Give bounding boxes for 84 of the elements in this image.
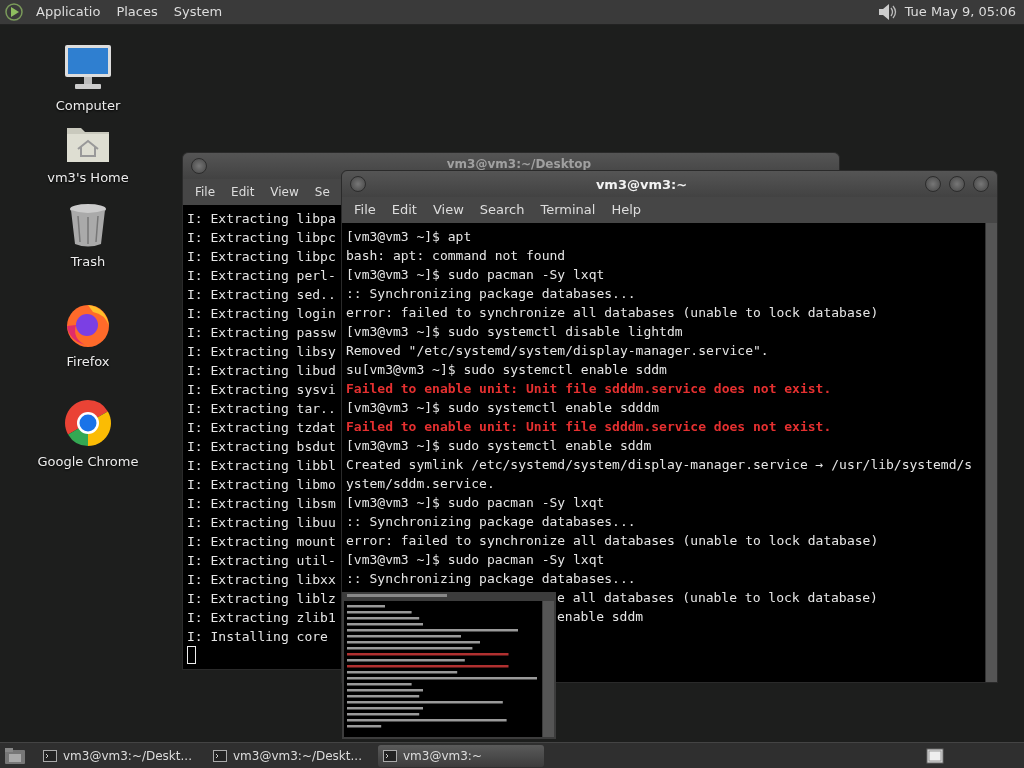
terminal-icon bbox=[213, 749, 227, 762]
menu-item[interactable]: File bbox=[346, 200, 384, 220]
terminal-line: [vm3@vm3 ~]$ sudo systemctl enable sddm bbox=[346, 437, 652, 455]
taskbar-button[interactable]: vm3@vm3:~/Deskt... bbox=[38, 744, 204, 767]
terminal-line: ystem/sddm.service. bbox=[346, 475, 495, 493]
terminal-icon bbox=[383, 749, 397, 762]
terminal-line: I: Extracting liblz bbox=[187, 590, 336, 608]
desktop-icon-label[interactable]: Google Chrome bbox=[37, 452, 139, 472]
menu-item[interactable]: Edit bbox=[383, 200, 425, 220]
terminal-line: error: failed to synchronize all databases (unable to lock database) bbox=[346, 532, 879, 550]
maximize-button[interactable] bbox=[949, 176, 965, 192]
panel-menu[interactable]: Places bbox=[108, 2, 166, 22]
terminal-line: I: Extracting mount bbox=[187, 533, 336, 551]
desktop-icon-label[interactable]: Firefox bbox=[66, 352, 110, 372]
terminal-line: I: Extracting bsdut bbox=[187, 438, 336, 456]
menu-item[interactable]: Search bbox=[471, 200, 533, 220]
show-desktop-icon[interactable] bbox=[4, 746, 26, 765]
terminal-line: I: Extracting libsm bbox=[187, 495, 336, 513]
menu-item[interactable]: View bbox=[262, 183, 307, 201]
window-menu-button[interactable] bbox=[191, 158, 207, 174]
terminal-line: I: Extracting tar.. bbox=[187, 400, 336, 418]
window-title: vm3@vm3:~/Desktop bbox=[445, 158, 593, 170]
terminal-line: enable sddm bbox=[557, 608, 644, 626]
terminal-line: I: Extracting sed.. bbox=[187, 286, 336, 304]
terminal-line: Removed "/etc/systemd/system/display-manager.service". bbox=[346, 342, 769, 360]
menu-item[interactable]: View bbox=[424, 200, 472, 220]
terminal-icon bbox=[43, 749, 57, 762]
terminal-line: I: Extracting libmo bbox=[187, 476, 336, 494]
terminal-line: I: Extracting libpc bbox=[187, 248, 336, 266]
window-title: vm3@vm3:~ bbox=[594, 177, 689, 191]
close-button[interactable] bbox=[973, 176, 989, 192]
terminal-line: I: Installing core bbox=[187, 628, 328, 646]
terminal-line: I: Extracting libpa bbox=[187, 210, 336, 228]
desktop-trash-can-icon[interactable] bbox=[68, 202, 108, 248]
terminal-line: I: Extracting libud bbox=[187, 362, 336, 380]
terminal-line: [vm3@vm3 ~]$ sudo pacman -Sy lxqt bbox=[346, 266, 605, 284]
taskbar-button[interactable]: vm3@vm3:~/Deskt... bbox=[208, 744, 374, 767]
desktop-icon-label[interactable]: vm3's Home bbox=[47, 168, 129, 188]
workspace-icon[interactable] bbox=[926, 747, 944, 764]
terminal-line: Created symlink /etc/systemd/system/display-manager.service → /usr/lib/systemd/s bbox=[346, 456, 973, 474]
speaker-icon[interactable] bbox=[876, 2, 897, 22]
desktop-icon-label[interactable]: Trash bbox=[70, 252, 106, 272]
terminal-line: e all databases (unable to lock database) bbox=[557, 589, 878, 607]
error-line: Failed to enable unit: Unit file sdddm.service does not exist. bbox=[346, 418, 832, 436]
terminal-line: I: Extracting libxx bbox=[187, 571, 336, 589]
desktop-tricolor-circle-icon[interactable] bbox=[63, 398, 113, 448]
menu-logo-icon[interactable] bbox=[4, 2, 24, 22]
terminal-line: bash: apt: command not found bbox=[346, 247, 566, 265]
terminal-line: su[vm3@vm3 ~]$ sudo systemctl enable sddm bbox=[346, 361, 667, 379]
terminal-line: I: Extracting libbl bbox=[187, 457, 336, 475]
terminal-line: I: Extracting libsy bbox=[187, 343, 336, 361]
terminal-line: error: failed to synchronize all databases (unable to lock database) bbox=[346, 304, 879, 322]
terminal-line: :: Synchronizing package databases... bbox=[346, 570, 636, 588]
terminal-line: I: Extracting passw bbox=[187, 324, 336, 342]
terminal-line: I: Extracting libpc bbox=[187, 229, 336, 247]
terminal-line: [vm3@vm3 ~]$ sudo systemctl disable lightdm bbox=[346, 323, 683, 341]
terminal-line: I: Extracting libuu bbox=[187, 514, 336, 532]
terminal-line: I: Extracting sysvi bbox=[187, 381, 336, 399]
terminal-line: :: Synchronizing package databases... bbox=[346, 513, 636, 531]
terminal-line: [vm3@vm3 ~]$ sudo pacman -Sy lxqt bbox=[346, 551, 605, 569]
terminal-line: [vm3@vm3 ~]$ sudo pacman -Sy lxqt bbox=[346, 494, 605, 512]
terminal-line: I: Extracting login bbox=[187, 305, 336, 323]
error-line: Failed to enable unit: Unit file sdddm.service does not exist. bbox=[346, 380, 832, 398]
terminal-line: I: Extracting util- bbox=[187, 552, 336, 570]
window-menu-button[interactable] bbox=[350, 176, 366, 192]
terminal-line: I: Extracting zlib1 bbox=[187, 609, 336, 627]
desktop-computer-icon[interactable] bbox=[63, 42, 113, 92]
panel-menu[interactable]: Applicatio bbox=[28, 2, 109, 22]
terminal-line: I: Extracting tzdat bbox=[187, 419, 336, 437]
scrollbar[interactable] bbox=[985, 223, 997, 682]
menu-item[interactable]: File bbox=[187, 183, 224, 201]
menu-item[interactable]: Edit bbox=[223, 183, 263, 201]
desktop-icon-label[interactable]: Computer bbox=[55, 96, 121, 116]
minimize-button[interactable] bbox=[925, 176, 941, 192]
menu-item[interactable]: Terminal bbox=[532, 200, 604, 220]
terminal-line: I: Extracting perl- bbox=[187, 267, 336, 285]
menu-item[interactable]: Help bbox=[603, 200, 650, 220]
terminal-line: [vm3@vm3 ~]$ sudo systemctl enable sdddm bbox=[346, 399, 660, 417]
terminal-line: :: Synchronizing package databases... bbox=[346, 285, 636, 303]
taskbar-button[interactable]: vm3@vm3:~ bbox=[378, 744, 544, 767]
menu-item[interactable]: Se bbox=[306, 183, 338, 201]
panel-clock: Tue May 9, 05:06 bbox=[904, 3, 1016, 22]
terminal-line: [vm3@vm3 ~]$ apt bbox=[346, 228, 472, 246]
panel-menu[interactable]: System bbox=[165, 2, 231, 22]
